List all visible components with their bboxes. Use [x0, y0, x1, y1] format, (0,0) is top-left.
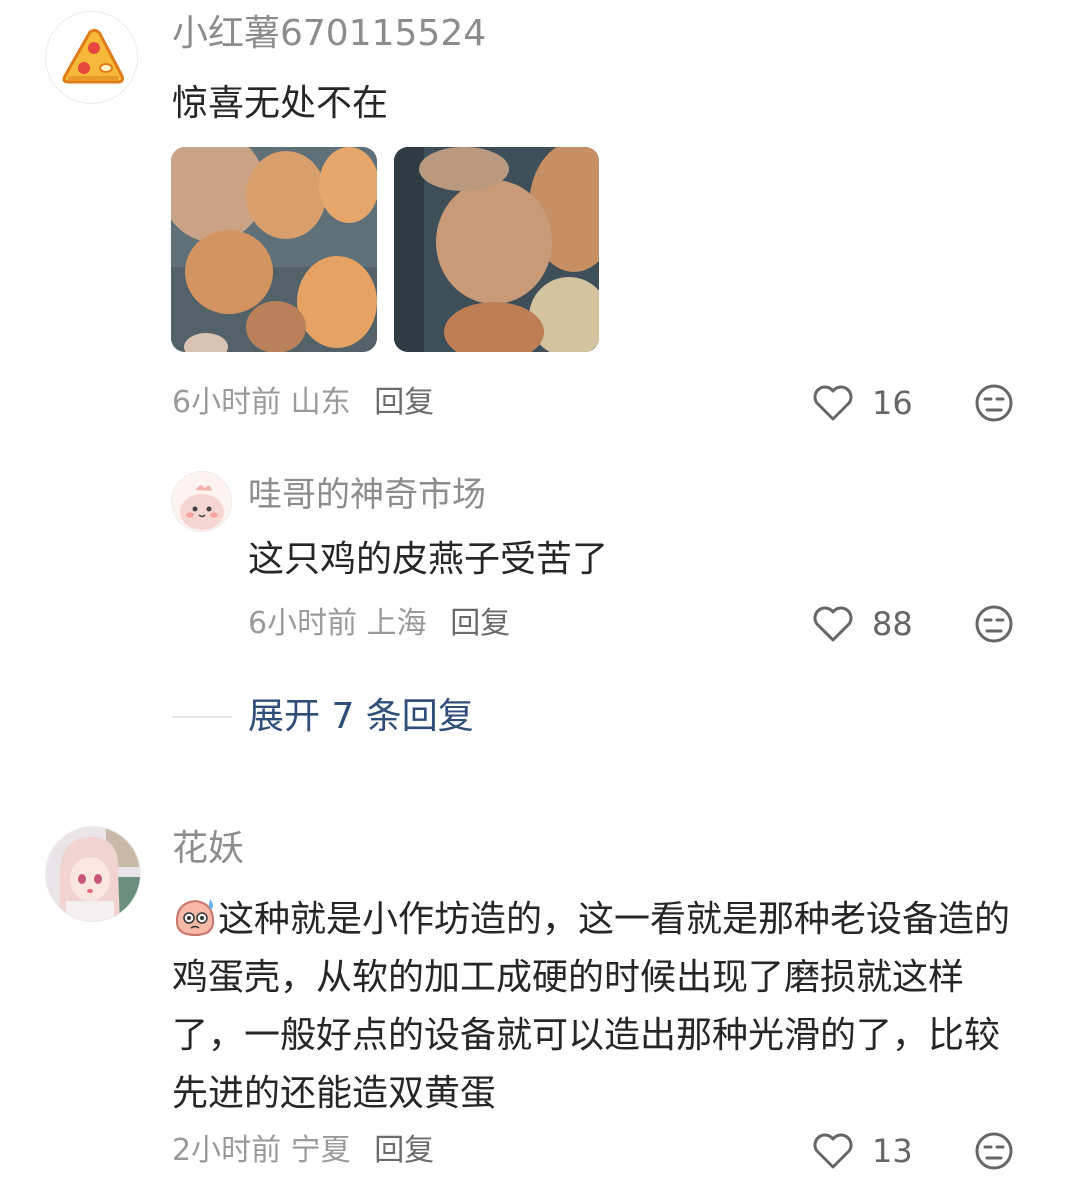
like-count: 13 [872, 1132, 913, 1170]
dislike-button[interactable] [974, 604, 1014, 644]
egg-photo-1 [171, 147, 377, 352]
comment-text-block: 这种就是小作坊造的，这一看就是那种老设备造的鸡蛋壳，从软的加工成硬的时候出现了磨… [172, 891, 1032, 1123]
comment-image[interactable] [171, 147, 377, 352]
pizza-slice-icon [62, 28, 124, 84]
reply-meta: 6小时前 上海 回复 [248, 604, 510, 644]
comment-username[interactable]: 花妖 [172, 827, 244, 871]
dislike-button[interactable] [974, 1131, 1014, 1171]
unamused-face-icon [975, 384, 1013, 422]
like-button[interactable] [812, 383, 854, 423]
heart-icon [813, 1133, 853, 1169]
comment-time: 2小时前 [172, 1133, 282, 1168]
reply-time: 6小时前 [248, 606, 358, 641]
user-avatar[interactable] [45, 11, 138, 104]
comment-image[interactable] [394, 147, 599, 352]
comment-meta: 6小时前 山东 回复 [172, 383, 434, 423]
expand-divider [172, 716, 232, 718]
reply-button[interactable]: 回复 [374, 1133, 434, 1168]
reply-button[interactable]: 回复 [374, 385, 434, 420]
comment-location: 山东 [290, 385, 351, 420]
reply-username[interactable]: 哇哥的神奇市场 [248, 473, 486, 517]
comment-meta: 2小时前 宁夏 回复 [172, 1131, 434, 1171]
heart-icon [813, 385, 853, 421]
reply-button[interactable]: 回复 [450, 606, 510, 641]
comment-time: 6小时前 [172, 385, 282, 420]
comment-username[interactable]: 小红薯670115524 [172, 12, 486, 56]
expand-replies-button[interactable]: 展开 7 条回复 [248, 694, 474, 740]
like-button[interactable] [812, 1131, 854, 1171]
anime-girl-avatar [46, 827, 140, 921]
like-button[interactable] [812, 604, 854, 644]
unamused-face-icon [975, 1132, 1013, 1170]
pink-blob-avatar [172, 472, 231, 531]
unamused-face-icon [975, 605, 1013, 643]
dislike-button[interactable] [974, 383, 1014, 423]
like-count: 16 [872, 384, 913, 422]
heart-icon [813, 606, 853, 642]
comment-text: 这种就是小作坊造的，这一看就是那种老设备造的鸡蛋壳，从软的加工成硬的时候出现了磨… [172, 899, 1011, 1114]
egg-photo-2 [394, 147, 599, 352]
comment-location: 宁夏 [290, 1133, 351, 1168]
reply-location: 上海 [366, 606, 427, 641]
reply-text: 这只鸡的皮燕子受苦了 [248, 539, 609, 580]
sweat-face-emoji [175, 899, 215, 937]
like-count: 88 [872, 605, 913, 643]
user-avatar[interactable] [45, 826, 141, 922]
user-avatar[interactable] [171, 471, 232, 532]
comment-text: 惊喜无处不在 [172, 83, 389, 124]
